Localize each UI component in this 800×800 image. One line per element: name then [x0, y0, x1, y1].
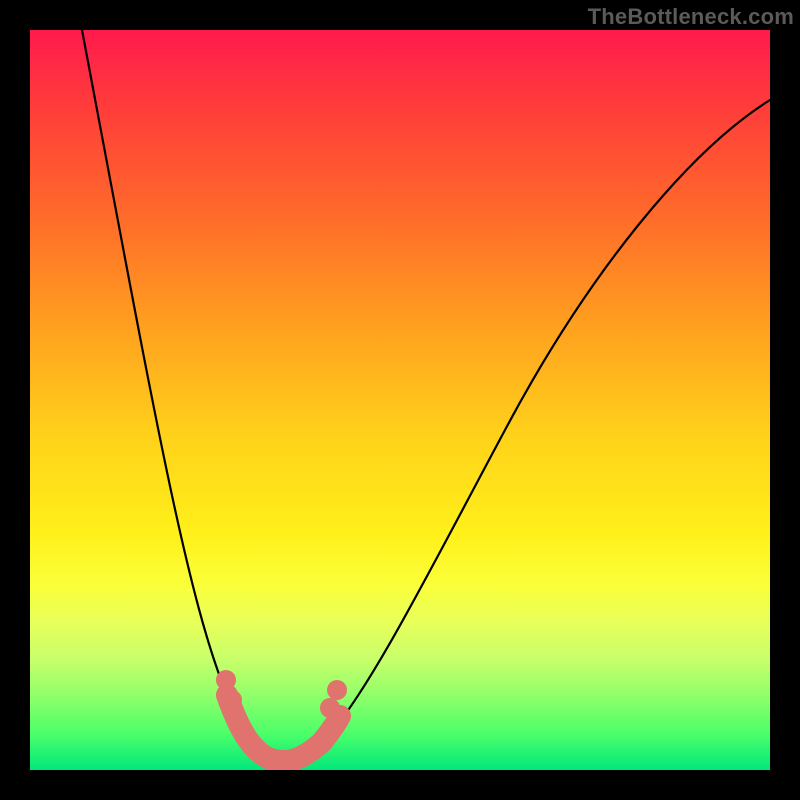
plot-area: [30, 30, 770, 770]
curve-layer: [30, 30, 770, 770]
marker-right-upper: [327, 680, 347, 700]
marker-left-lower: [222, 690, 242, 710]
marker-left-upper: [216, 670, 236, 690]
chart-frame: TheBottleneck.com: [0, 0, 800, 800]
bottleneck-curve: [82, 30, 770, 760]
marker-right-lower: [320, 698, 340, 718]
watermark: TheBottleneck.com: [588, 4, 794, 30]
